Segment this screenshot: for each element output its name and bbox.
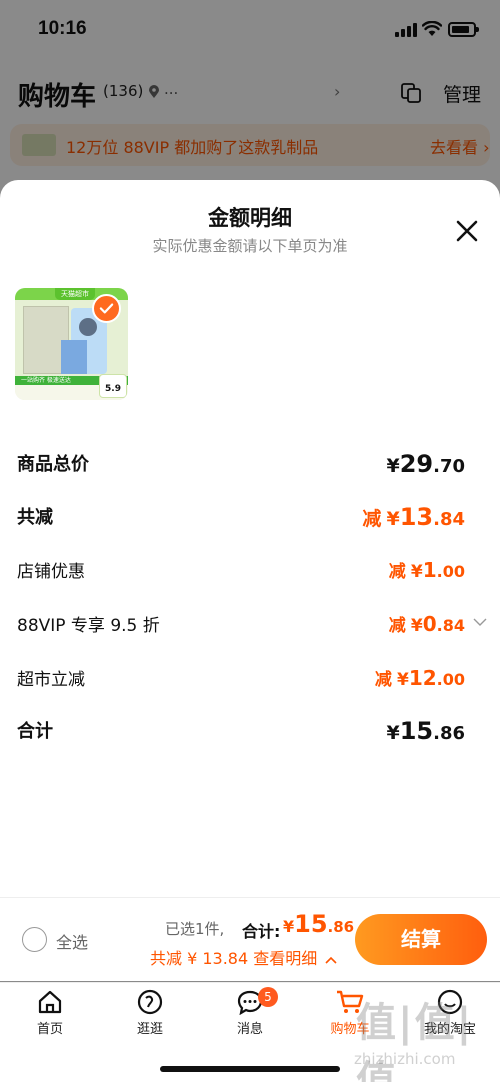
delivery-location[interactable]: ... <box>164 80 178 98</box>
row-amount: 减 ¥13.84 <box>362 503 465 531</box>
row-vip-discount[interactable]: 88VIP 专享 9.5 折 减 ¥0.84 <box>17 611 487 643</box>
check-icon[interactable] <box>92 294 121 323</box>
row-goods-total: 商品总价 ¥29.70 <box>17 450 483 482</box>
status-bar: 10:16 <box>0 0 500 60</box>
total-amount: ¥15.86 <box>283 910 355 938</box>
cart-header: 购物车 (136) ... › 管理 <box>0 70 500 114</box>
selected-count: 已选1件, <box>165 920 225 938</box>
watermark: 值|值|值 zhizhizhi.com <box>352 986 498 1082</box>
promo-text: 12万位 88VIP 都加购了这款乳制品 <box>66 138 319 157</box>
cellular-signal-icon <box>395 23 417 37</box>
sheet-subtitle: 实际优惠金额请以下单页为准 <box>152 237 348 255</box>
browse-icon <box>137 989 163 1015</box>
promo-product-thumbnail <box>22 134 56 156</box>
status-time: 10:16 <box>38 18 87 39</box>
manage-button[interactable]: 管理 <box>443 80 481 107</box>
product-price-tag: 5.9 <box>99 374 127 398</box>
chevron-down-icon[interactable] <box>473 617 487 627</box>
row-supermarket-discount: 超市立减 减 ¥12.00 <box>17 665 483 697</box>
unread-badge: 5 <box>258 987 278 1007</box>
tab-label: 逛逛 <box>136 1022 163 1037</box>
home-indicator <box>160 1066 340 1072</box>
row-amount: ¥15.86 <box>386 717 465 745</box>
watermark-url: zhizhizhi.com <box>354 1050 456 1068</box>
view-detail-link[interactable]: 查看明细 <box>253 949 317 968</box>
chevron-right-icon[interactable]: › <box>334 82 340 101</box>
select-all-checkbox[interactable] <box>22 927 47 952</box>
tab-label: 消息 <box>236 1022 263 1037</box>
page-title: 购物车 <box>18 82 97 112</box>
row-grand-total: 合计 ¥15.86 <box>17 717 483 749</box>
close-icon[interactable] <box>452 216 482 246</box>
battery-icon <box>448 22 479 37</box>
location-pin-icon[interactable] <box>148 85 160 99</box>
row-store-discount: 店铺优惠 减 ¥1.00 <box>17 557 483 589</box>
promo-view-link[interactable]: 去看看 › <box>430 134 490 158</box>
select-all-label[interactable]: 全选 <box>56 929 88 953</box>
checkout-bar: 全选 已选1件, 合计: ¥15.86 共减 ¥ 13.84 查看明细 结算 <box>0 897 500 981</box>
tab-label: 首页 <box>36 1022 63 1037</box>
row-amount: 减 ¥12.00 <box>374 666 465 690</box>
watermark-logo: 值|值|值 <box>356 1000 474 1082</box>
savings-summary[interactable]: 共减 ¥ 13.84 查看明细 <box>150 945 337 969</box>
home-icon <box>38 990 62 1014</box>
tab-home[interactable]: 首页 <box>10 989 90 1045</box>
product-store-badge: 天猫超市 <box>55 288 95 300</box>
chevron-up-icon[interactable] <box>325 956 337 964</box>
wifi-icon <box>422 21 442 36</box>
row-amount: ¥29.70 <box>386 450 465 478</box>
amount-detail-sheet: 金额明细 实际优惠金额请以下单页为准 天猫超市 一站购齐 极速送达 5.9 商品… <box>0 180 500 897</box>
tab-browse[interactable]: 逛逛 <box>110 989 190 1045</box>
cart-item-count: (136) <box>103 82 144 100</box>
checkout-button[interactable]: 结算 <box>355 914 487 965</box>
row-label: 店铺优惠 <box>17 562 85 582</box>
row-amount: 减 ¥0.84 <box>388 612 465 636</box>
total-label: 合计: <box>242 922 281 941</box>
row-label: 88VIP 专享 9.5 折 <box>17 616 160 636</box>
switch-view-icon[interactable] <box>400 82 422 104</box>
tab-messages[interactable]: 5 消息 <box>210 987 290 1045</box>
promo-banner[interactable]: 12万位 88VIP 都加购了这款乳制品 去看看 › <box>10 124 490 166</box>
savings-amount: 共减 ¥ 13.84 <box>150 949 249 968</box>
row-amount: 减 ¥1.00 <box>388 558 465 582</box>
row-label: 商品总价 <box>17 454 89 475</box>
row-label: 共减 <box>17 507 53 528</box>
product-image-box <box>61 340 87 374</box>
row-label: 超市立减 <box>17 670 85 690</box>
row-label: 合计 <box>17 721 53 742</box>
sheet-title: 金额明细 <box>208 206 292 230</box>
row-total-discount: 共减 减 ¥13.84 <box>17 503 483 535</box>
